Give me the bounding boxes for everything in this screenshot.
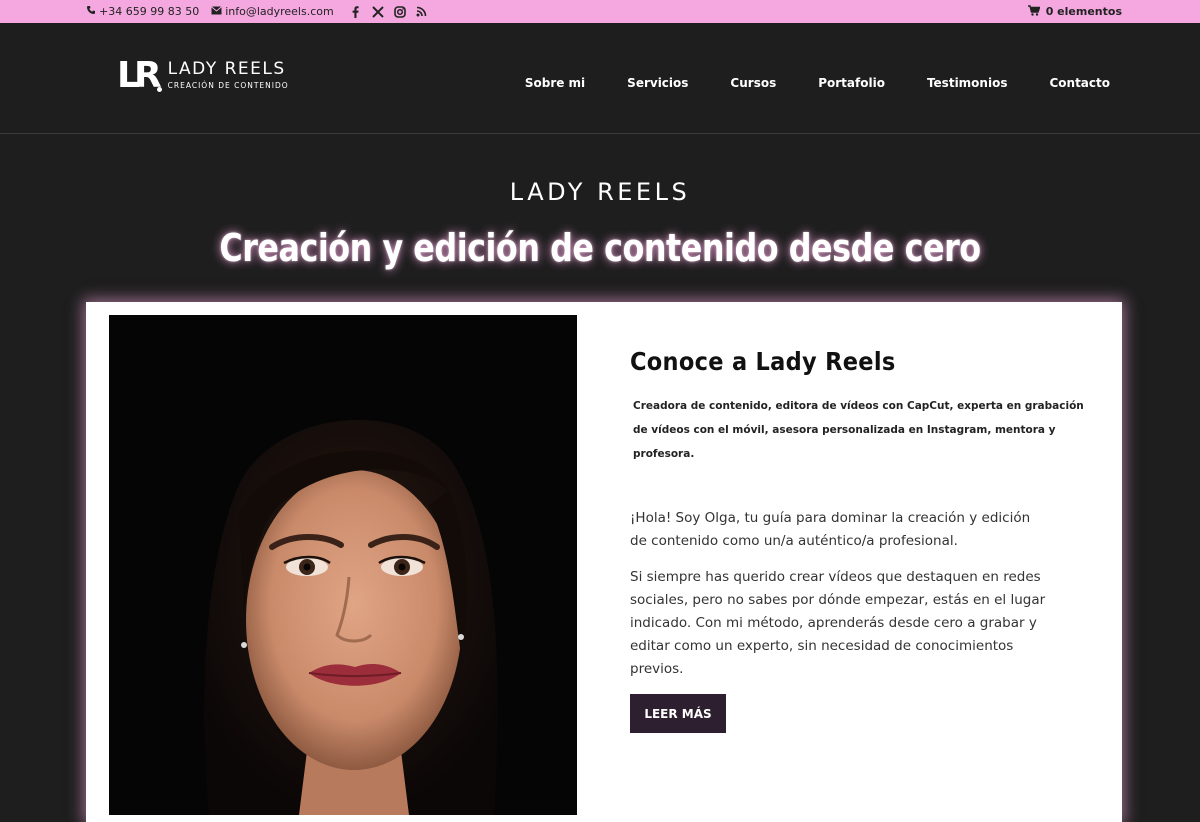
social-links <box>350 5 428 18</box>
logo[interactable]: LR LADY REELS CREACIÓN DE CONTENIDO <box>117 58 289 94</box>
rss-icon[interactable] <box>416 6 428 18</box>
cart-link[interactable]: 0 elementos <box>1027 0 1122 23</box>
nav-item-testimonios[interactable]: Testimonios <box>927 76 1008 90</box>
hero-headline: Creación y edición de contenido desde ce… <box>219 226 981 270</box>
logo-name: LADY REELS <box>167 59 286 79</box>
about-subtitle: Creadora de contenido, editora de vídeos… <box>633 400 1084 460</box>
email-link[interactable]: info@ladyreels.com <box>211 5 334 18</box>
top-bar: +34 659 99 83 50 info@ladyreels.com 0 el… <box>0 0 1200 23</box>
phone-icon <box>86 5 96 18</box>
about-paragraph-1: ¡Hola! Soy Olga, tu guía para dominar la… <box>630 510 1031 549</box>
about-card: Conoce a Lady Reels Creadora de contenid… <box>86 302 1122 822</box>
about-title: Conoce a Lady Reels <box>630 347 896 376</box>
read-more-button[interactable]: LEER MÁS <box>630 694 726 733</box>
site-header: LR LADY REELS CREACIÓN DE CONTENIDO Sobr… <box>0 23 1200 134</box>
main-nav: Sobre mi Servicios Cursos Portafolio Tes… <box>483 76 1110 90</box>
cart-count: 0 elementos <box>1045 5 1122 18</box>
facebook-icon[interactable] <box>350 5 362 18</box>
logo-mark: LR <box>117 58 162 94</box>
nav-item-servicios[interactable]: Servicios <box>627 76 688 90</box>
nav-item-portafolio[interactable]: Portafolio <box>818 76 885 90</box>
x-icon[interactable] <box>371 5 384 18</box>
nav-item-cursos[interactable]: Cursos <box>730 76 776 90</box>
instagram-icon[interactable] <box>393 5 406 18</box>
hero-brand: LADY REELS <box>509 178 691 206</box>
about-paragraph-2: Si siempre has querido crear vídeos que … <box>630 569 1046 677</box>
logo-text: LADY REELS CREACIÓN DE CONTENIDO <box>168 58 289 90</box>
portrait-photo <box>109 315 577 815</box>
envelope-icon <box>211 5 223 18</box>
logo-tagline: CREACIÓN DE CONTENIDO <box>167 81 289 90</box>
cart-icon <box>1027 4 1041 19</box>
about-content: Conoce a Lady Reels Creadora de contenid… <box>630 347 1084 733</box>
nav-item-sobre-mi[interactable]: Sobre mi <box>525 76 585 90</box>
phone-link[interactable]: +34 659 99 83 50 <box>86 5 199 18</box>
contact-info: +34 659 99 83 50 info@ladyreels.com <box>86 0 428 23</box>
nav-item-contacto[interactable]: Contacto <box>1049 76 1110 90</box>
email-address: info@ladyreels.com <box>225 5 334 18</box>
phone-number: +34 659 99 83 50 <box>99 5 200 18</box>
